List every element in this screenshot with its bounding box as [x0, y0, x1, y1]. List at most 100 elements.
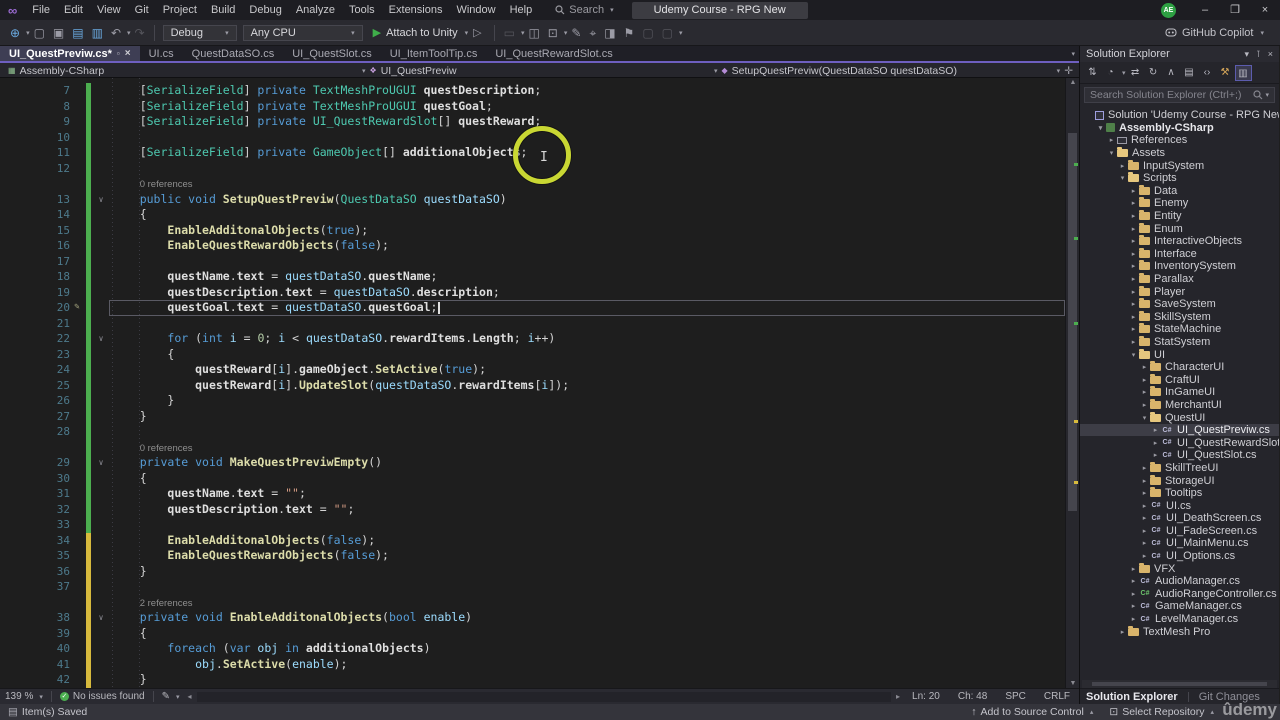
line-number[interactable]: 21 — [0, 316, 70, 332]
find-in-files-icon[interactable]: ⊡ — [544, 21, 562, 45]
menu-edit[interactable]: Edit — [57, 0, 90, 20]
tree-item-assembly-csharp[interactable]: ▾ Assembly-CSharp — [1080, 122, 1279, 135]
code-line[interactable]: 23 { — [0, 346, 1065, 362]
account-avatar[interactable]: AE — [1161, 2, 1176, 18]
indent-icon[interactable]: ◨ — [600, 21, 619, 45]
code-text[interactable]: } — [109, 564, 1065, 580]
code-text[interactable]: questReward[i].gameObject.SetActive(true… — [109, 362, 1065, 378]
tree-item-ui-questpreviw-cs[interactable]: ▸ C# UI_QuestPreviw.cs — [1080, 423, 1279, 437]
line-number[interactable]: 33 — [0, 517, 70, 533]
tree-item-ui-questslot-cs[interactable]: ▸ C# UI_QuestSlot.cs — [1080, 449, 1279, 462]
code-line[interactable]: 14 { — [0, 207, 1065, 223]
code-line[interactable]: 24 questReward[i].gameObject.SetActive(t… — [0, 362, 1065, 378]
line-number[interactable]: 28 — [0, 424, 70, 440]
collapse-all-icon[interactable]: ∧ — [1163, 65, 1180, 81]
search-options-icon[interactable]: ▾ — [1265, 91, 1269, 99]
menu-tools[interactable]: Tools — [342, 0, 382, 20]
add-new-item-icon[interactable]: ⊕ — [6, 21, 24, 45]
menu-analyze[interactable]: Analyze — [289, 0, 342, 20]
code-line[interactable]: 25 questReward[i].UpdateSlot(questDataSO… — [0, 377, 1065, 393]
chevron-right-icon[interactable]: ▸ — [1128, 187, 1139, 195]
line-number[interactable]: 16 — [0, 238, 70, 254]
editor-horizontal-scrollbar[interactable] — [196, 691, 892, 702]
menu-extensions[interactable]: Extensions — [382, 0, 450, 20]
line-number[interactable]: 8 — [0, 99, 70, 115]
code-text[interactable]: public void SetupQuestPreviw(QuestDataSO… — [109, 192, 1065, 208]
line-number[interactable]: 22 — [0, 331, 70, 347]
chevron-right-icon[interactable]: ▸ — [1139, 514, 1150, 522]
code-line[interactable]: 42 } — [0, 672, 1065, 688]
open-file-icon[interactable]: ▣ — [49, 21, 68, 45]
breadcrumb-member[interactable]: ▾ ◆ SetupQuestPreviw(QuestDataSO questDa… — [712, 63, 957, 78]
breakpoints-window-icon[interactable]: ▭ — [500, 21, 519, 45]
line-number[interactable]: 7 — [0, 83, 70, 99]
tab-ui-cs[interactable]: UI.cs — [140, 46, 183, 61]
output-window-icon[interactable]: ◫ — [524, 21, 543, 45]
menu-view[interactable]: View — [90, 0, 128, 20]
tree-item-enemy[interactable]: ▸ Enemy — [1080, 197, 1279, 210]
chevron-right-icon[interactable]: ▸ — [1150, 439, 1161, 447]
scroll-down-icon[interactable]: ▼ — [1066, 680, 1079, 687]
view-code-icon[interactable]: ‹› — [1199, 65, 1216, 81]
chevron-right-icon[interactable]: ▸ — [1128, 288, 1139, 296]
chevron-right-icon[interactable]: ▸ — [1128, 275, 1139, 283]
save-icon[interactable]: ▤ — [68, 21, 87, 45]
line-number[interactable]: 36 — [0, 564, 70, 580]
code-text[interactable]: EnableAdditonalObjects(true); — [109, 223, 1065, 239]
platform-select[interactable]: Any CPU ▾ — [242, 24, 363, 41]
codelens-text[interactable]: 2 references — [109, 595, 1065, 611]
tree-item-player[interactable]: ▸ Player — [1080, 285, 1279, 298]
chevron-right-icon[interactable]: ▸ — [1150, 426, 1161, 434]
tree-item-interactiveobjects[interactable]: ▸ InteractiveObjects — [1080, 235, 1279, 248]
explorer-horizontal-scrollbar[interactable] — [1082, 680, 1277, 688]
preview-selected-items-icon[interactable]: ▥ — [1234, 64, 1252, 81]
code-text[interactable]: obj.SetActive(enable); — [109, 657, 1065, 673]
menu-project[interactable]: Project — [156, 0, 204, 20]
code-line[interactable]: 32 questDescription.text = ""; — [0, 501, 1065, 517]
codelens-text[interactable]: 0 references — [109, 176, 1065, 192]
line-number[interactable]: 18 — [0, 269, 70, 285]
tree-item-solution--udemy-course---rpg-new---1-of-1-proje[interactable]: Solution 'Udemy Course - RPG New' (1 of … — [1080, 109, 1279, 122]
disabled-tool-icon[interactable]: ▢ — [638, 21, 657, 45]
tree-item-questui[interactable]: ▾ QuestUI — [1080, 411, 1279, 424]
tree-item-craftui[interactable]: ▸ CraftUI — [1080, 373, 1279, 386]
tree-item-skilltreeui[interactable]: ▸ SkillTreeUI — [1080, 461, 1279, 475]
tree-item-ui[interactable]: ▾ UI — [1080, 348, 1279, 361]
code-line[interactable]: 28 — [0, 424, 1065, 440]
solution-explorer-search[interactable]: Search Solution Explorer (Ctrl+;) ▾ — [1084, 87, 1275, 103]
menu-file[interactable]: File — [25, 0, 57, 20]
chevron-right-icon[interactable]: ▸ — [1139, 552, 1150, 560]
tab-questdataso-cs[interactable]: QuestDataSO.cs — [183, 46, 284, 61]
code-text[interactable] — [109, 316, 1065, 332]
tree-item-ui-cs[interactable]: ▸ C# UI.cs — [1080, 499, 1279, 512]
line-number[interactable]: 9 — [0, 114, 70, 130]
code-text[interactable] — [109, 517, 1065, 533]
fold-collapse-icon[interactable]: ∨ — [93, 331, 109, 347]
code-line[interactable]: 19 questDescription.text = questDataSO.d… — [0, 284, 1065, 300]
pin-tab-icon[interactable]: ▫ — [117, 49, 120, 58]
line-number[interactable]: 30 — [0, 471, 70, 487]
document-health-indicator[interactable]: ✓ No issues found — [55, 691, 150, 702]
code-text[interactable] — [109, 130, 1065, 146]
tab-ui-questslot-cs[interactable]: UI_QuestSlot.cs — [283, 46, 380, 61]
code-line[interactable]: 37 — [0, 579, 1065, 595]
codelens-row[interactable]: 0 references — [0, 439, 1065, 455]
navigate-icon[interactable]: ⌖ — [585, 21, 600, 45]
chevron-down-icon[interactable]: ▾ — [1117, 174, 1128, 182]
redo-icon[interactable]: ↷ — [131, 21, 149, 45]
attach-to-unity-button[interactable]: ▶ Attach to Unity ▾ ▷ — [366, 26, 489, 40]
code-line[interactable]: 41 obj.SetActive(enable); — [0, 656, 1065, 673]
disabled-tool2-icon-dropdown[interactable]: ▾ — [679, 29, 683, 37]
code-text[interactable]: foreach (var obj in additionalObjects) — [109, 641, 1065, 657]
code-text[interactable]: [SerializeField] private GameObject[] ad… — [109, 145, 1065, 161]
tab-ui-questrewardslot-cs[interactable]: UI_QuestRewardSlot.cs — [486, 46, 621, 61]
code-text[interactable]: questName.text = questDataSO.questName; — [109, 269, 1065, 285]
tree-item-interface[interactable]: ▸ Interface — [1080, 247, 1279, 261]
code-line[interactable]: 31 questName.text = ""; — [0, 486, 1065, 502]
chevron-right-icon[interactable]: ▸ — [1117, 162, 1128, 170]
tree-item-ingameui[interactable]: ▸ InGameUI — [1080, 386, 1279, 399]
code-line[interactable]: 30 { — [0, 470, 1065, 487]
code-text[interactable]: [SerializeField] private TextMeshProUGUI… — [109, 83, 1065, 99]
code-line[interactable]: 27 } — [0, 408, 1065, 424]
bookmark-icon[interactable]: ⚑ — [620, 21, 639, 45]
